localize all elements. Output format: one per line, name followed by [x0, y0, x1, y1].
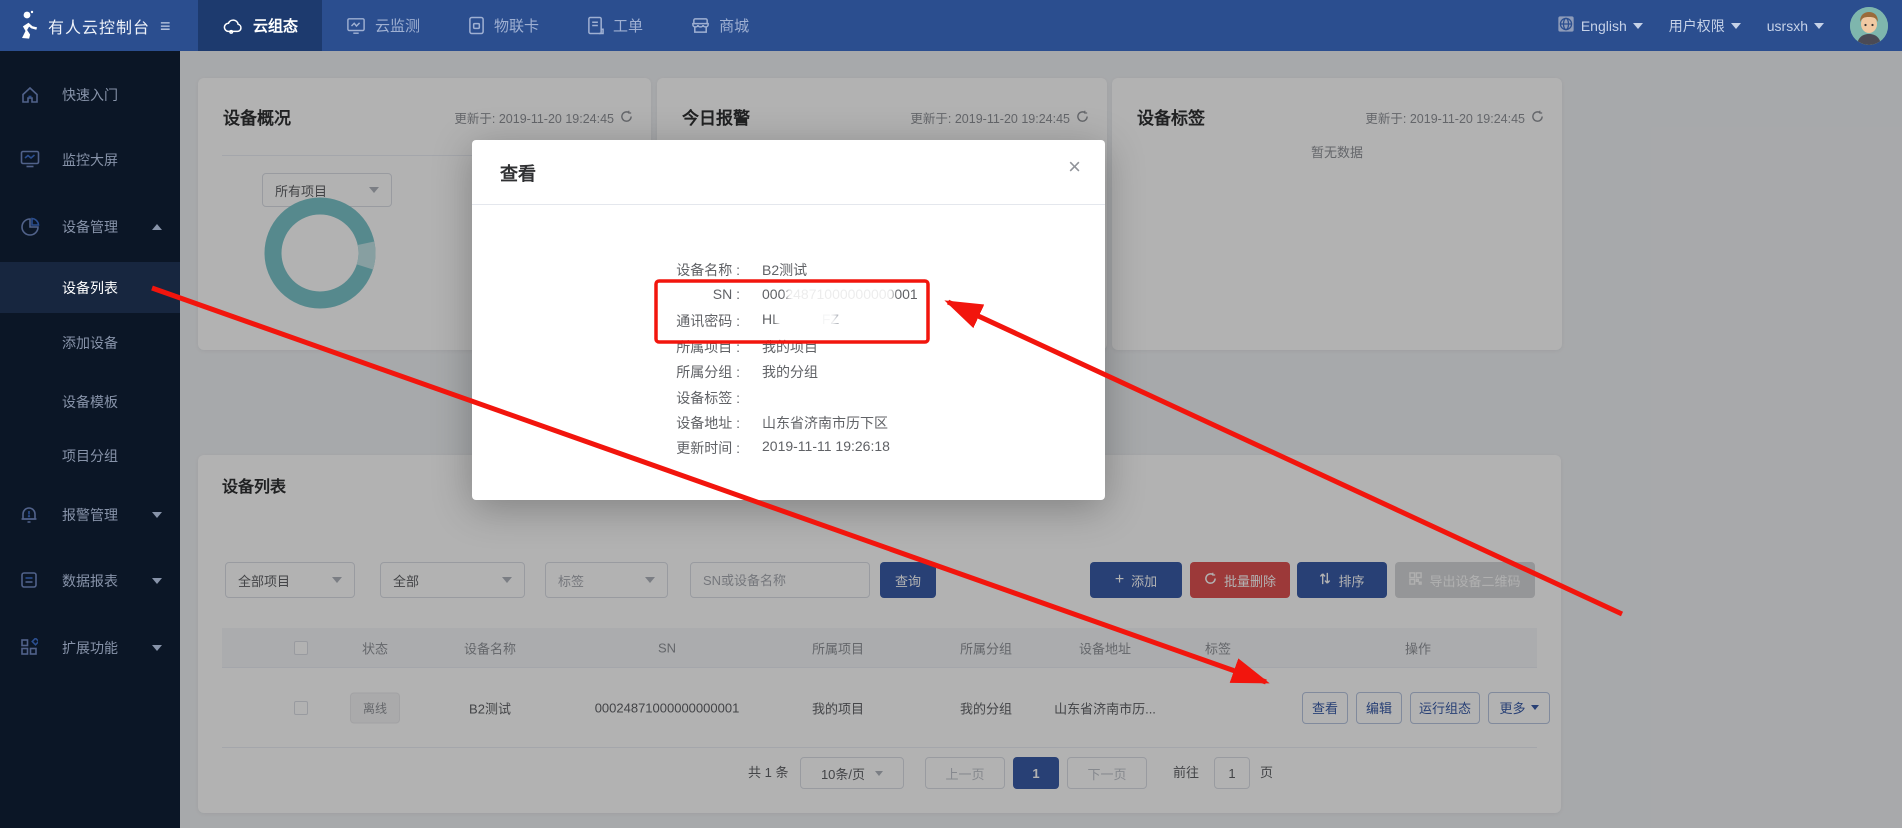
globe-icon [1557, 15, 1575, 36]
big-screen-icon [20, 150, 40, 170]
sidebar-item-device-list[interactable]: 设备列表 [0, 262, 180, 313]
field-label: 设备地址 : [472, 413, 740, 433]
field-comm-password: 通讯密码 : HLFZ [472, 311, 1105, 331]
field-label: 设备名称 : [472, 260, 740, 280]
field-value: 山东省济南市历下区 [762, 413, 888, 433]
sidebar-item-label: 设备列表 [62, 278, 118, 298]
sidebar-item-extensions[interactable]: 扩展功能 [0, 626, 180, 670]
person-logo-icon [12, 9, 40, 42]
sim-card-icon [468, 16, 485, 35]
app-window: 有人云控制台 ≡ 云组态 云 [0, 0, 1902, 828]
field-label: 所属项目 : [472, 337, 740, 357]
chevron-down-icon [152, 578, 162, 584]
sidebar-item-label: 设备模板 [62, 392, 118, 412]
field-label: SN : [472, 286, 740, 302]
storefront-icon [691, 16, 710, 35]
language-switcher[interactable]: English [1557, 15, 1643, 36]
modal-title: 查看 [500, 160, 536, 186]
sidebar: 快速入门 监控大屏 设备管理 设备列表 [0, 51, 180, 828]
view-device-modal: 查看 × 设备名称 : B2测试 SN : 000248710000000000… [472, 140, 1105, 500]
nav-tab-label: 工单 [613, 15, 643, 36]
sidebar-item-project-group[interactable]: 项目分组 [0, 434, 180, 478]
nav-tab-label: 云组态 [253, 15, 298, 36]
app-title: 有人云控制台 [48, 14, 150, 38]
top-navbar: 有人云控制台 ≡ 云组态 云 [0, 0, 1902, 51]
monitor-icon [346, 17, 366, 35]
chevron-down-icon [152, 645, 162, 651]
nav-tab-label: 商城 [719, 15, 749, 36]
avatar[interactable] [1850, 7, 1888, 45]
chevron-down-icon [152, 512, 162, 518]
grid-apps-icon [20, 638, 40, 658]
logo[interactable]: 有人云控制台 ≡ [0, 0, 180, 51]
field-device-name: 设备名称 : B2测试 [472, 260, 1105, 280]
username-menu[interactable]: usrsxh [1767, 18, 1824, 34]
document-icon [587, 16, 604, 35]
field-value: 我的分组 [762, 362, 818, 382]
sidebar-item-label: 报警管理 [62, 505, 118, 525]
home-icon [20, 85, 40, 105]
sidebar-item-label: 快速入门 [62, 85, 118, 105]
field-value: 我的项目 [762, 337, 818, 357]
username-label: usrsxh [1767, 18, 1808, 34]
sidebar-item-label: 项目分组 [62, 446, 118, 466]
redaction-smudge [790, 285, 890, 303]
field-sn: SN : 00024871000000000001 [472, 286, 1105, 306]
sidebar-item-label: 设备管理 [62, 217, 118, 237]
language-label: English [1581, 18, 1627, 34]
field-label: 通讯密码 : [472, 311, 740, 331]
sidebar-item-data-report[interactable]: 数据报表 [0, 559, 180, 603]
field-group: 所属分组 : 我的分组 [472, 362, 1105, 382]
field-value: B2测试 [762, 260, 807, 280]
chevron-up-icon [152, 224, 162, 230]
permission-label: 用户权限 [1669, 16, 1725, 36]
chevron-down-icon [1633, 23, 1643, 29]
nav-tab-cloud-scada[interactable]: 云组态 [198, 0, 322, 51]
field-tags: 设备标签 : [472, 388, 1105, 408]
alarm-bell-icon [20, 505, 40, 525]
sidebar-item-label: 监控大屏 [62, 150, 118, 170]
chevron-down-icon [1731, 23, 1741, 29]
sidebar-item-quick-start[interactable]: 快速入门 [0, 73, 180, 117]
field-label: 设备标签 : [472, 388, 740, 408]
user-permission-menu[interactable]: 用户权限 [1669, 16, 1741, 36]
sidebar-item-device-template[interactable]: 设备模板 [0, 380, 180, 424]
primary-nav: 云组态 云监测 物联卡 [198, 0, 773, 51]
field-address: 设备地址 : 山东省济南市历下区 [472, 413, 1105, 433]
field-value: 2019-11-11 19:26:18 [762, 438, 890, 454]
nav-tab-mall[interactable]: 商城 [667, 0, 773, 51]
field-label: 所属分组 : [472, 362, 740, 382]
close-icon[interactable]: × [1068, 156, 1081, 178]
nav-tab-label: 物联卡 [494, 15, 539, 36]
redaction-smudge [780, 310, 832, 328]
nav-tab-cloud-monitor[interactable]: 云监测 [322, 0, 444, 51]
pie-chart-icon [20, 217, 40, 237]
nav-tab-work-order[interactable]: 工单 [563, 0, 667, 51]
cloud-icon [222, 17, 244, 35]
nav-tab-label: 云监测 [375, 15, 420, 36]
field-label: 更新时间 : [472, 438, 740, 458]
divider [472, 204, 1105, 205]
sidebar-item-device-management[interactable]: 设备管理 [0, 205, 180, 249]
field-project: 所属项目 : 我的项目 [472, 337, 1105, 357]
field-updated-time: 更新时间 : 2019-11-11 19:26:18 [472, 438, 1105, 458]
sidebar-item-add-device[interactable]: 添加设备 [0, 321, 180, 365]
chevron-down-icon [1814, 23, 1824, 29]
sidebar-item-label: 数据报表 [62, 571, 118, 591]
sidebar-item-label: 添加设备 [62, 333, 118, 353]
hamburger-menu-icon[interactable]: ≡ [160, 17, 171, 35]
sidebar-item-alarm-management[interactable]: 报警管理 [0, 493, 180, 537]
report-icon [20, 571, 40, 591]
nav-tab-iot-card[interactable]: 物联卡 [444, 0, 563, 51]
navbar-right: English 用户权限 usrsxh [1557, 0, 1888, 51]
sidebar-item-monitor-screen[interactable]: 监控大屏 [0, 138, 180, 182]
sidebar-item-label: 扩展功能 [62, 638, 118, 658]
